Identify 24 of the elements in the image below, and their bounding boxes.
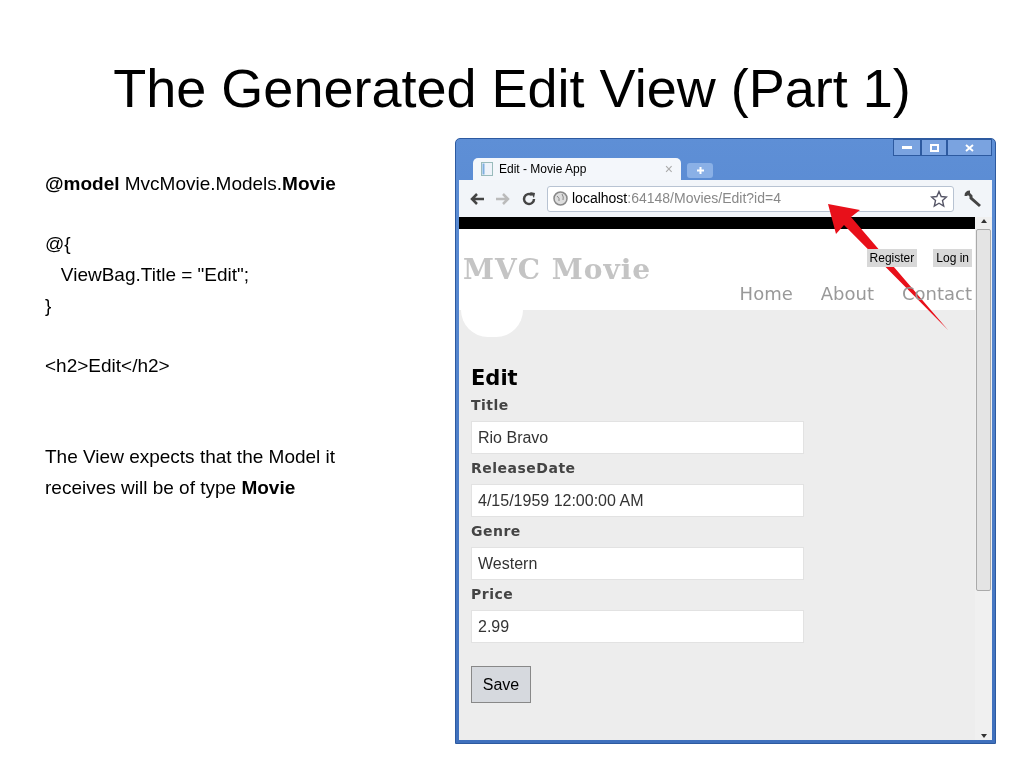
slide-text: ViewBag.Title = "Edit"; (59, 263, 251, 287)
field-label: ReleaseDate (471, 459, 577, 477)
slide-text: <h2>Edit</h2> (45, 354, 171, 378)
slide-text: The View expects that the Model it receives will be of type Movie (45, 445, 337, 500)
page-heading: Edit (471, 365, 519, 391)
site-title: MVC Movie (463, 255, 652, 285)
tab-title: Edit - Movie App (499, 161, 588, 178)
auth-link[interactable]: Register (866, 249, 918, 267)
save-button[interactable]: Save (471, 666, 531, 703)
slide-text: @model MvcMovie.Models.Movie (45, 172, 337, 196)
field-label: Title (471, 396, 510, 414)
auth-link[interactable]: Log in (933, 249, 972, 267)
browser-tab[interactable]: Edit - Movie App × (473, 158, 681, 180)
field-label: Genre (471, 522, 522, 540)
field-label: Price (471, 585, 515, 603)
input-field[interactable]: 2.99 (471, 610, 804, 643)
slide-title: The Generated Edit View (Part 1) (112, 57, 912, 120)
input-field[interactable]: Western (471, 547, 804, 580)
url-text: localhost:64148/Movies/Edit?id=4 (572, 189, 782, 208)
address-bar[interactable]: localhost:64148/Movies/Edit?id=4 (547, 185, 954, 212)
input-field[interactable]: 4/15/1959 12:00:00 AM (471, 484, 804, 517)
slide-text: @{ (45, 232, 72, 256)
input-field[interactable]: Rio Bravo (471, 421, 804, 454)
slide-text: } (45, 294, 53, 318)
